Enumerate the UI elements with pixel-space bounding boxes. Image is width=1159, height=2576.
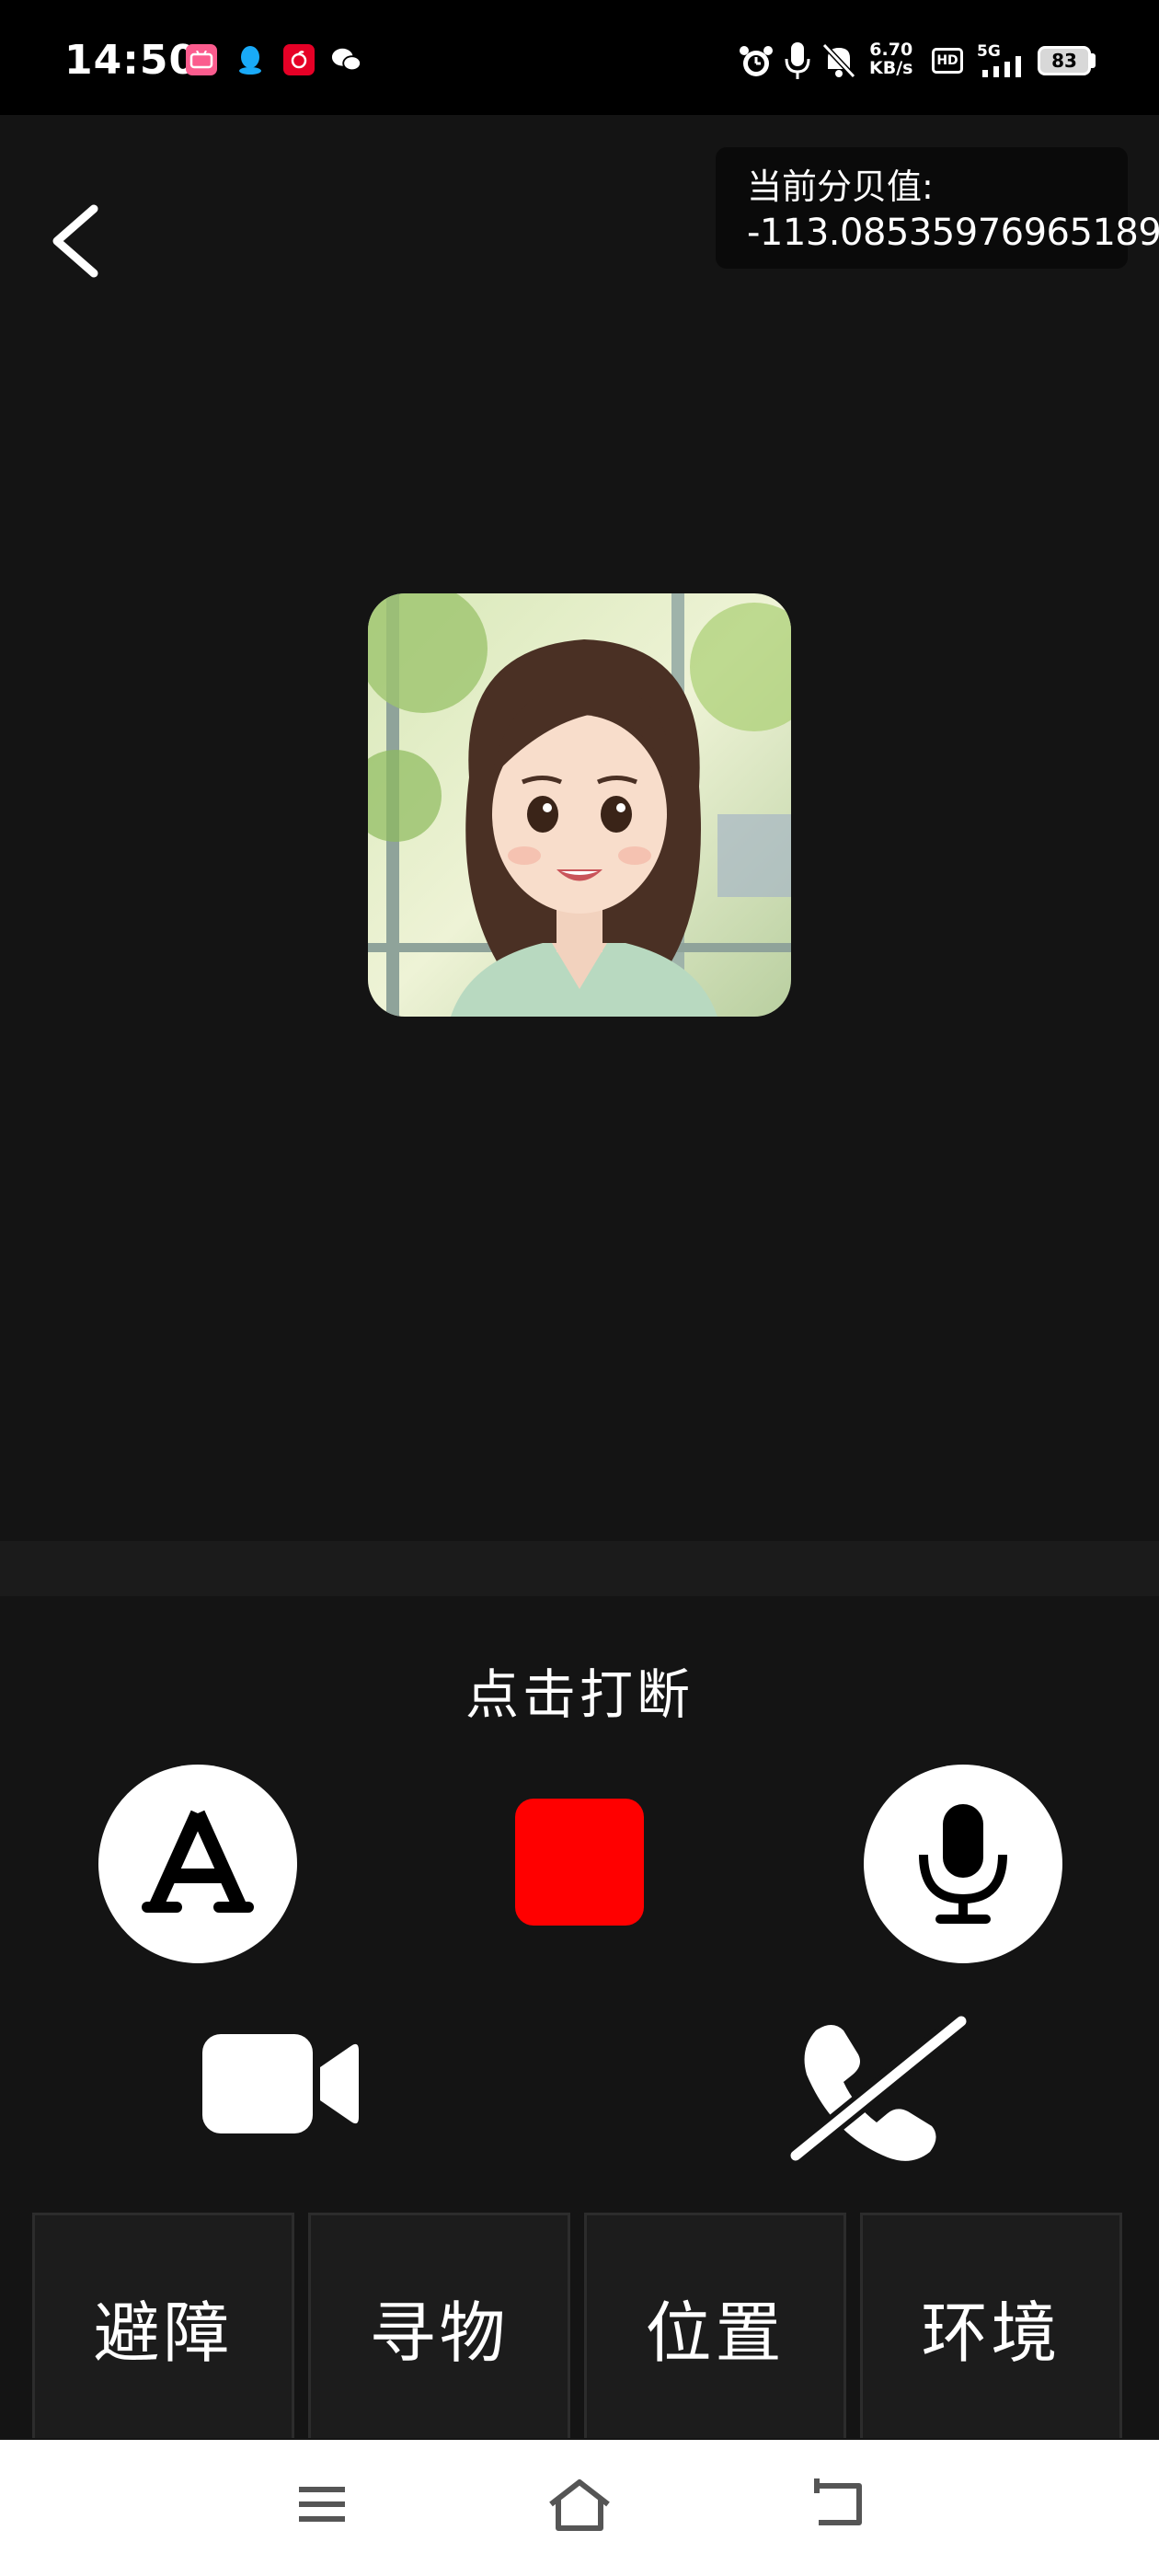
wechat-icon <box>331 44 362 75</box>
stop-button[interactable] <box>515 1799 644 1926</box>
video-camera-icon <box>202 2034 359 2133</box>
netease-music-icon <box>283 44 315 75</box>
decibel-value: -113.08535976965189 <box>747 212 1159 254</box>
hd-badge: HD <box>932 48 963 74</box>
status-bar: 14:50 6.70 KB/s HD 5G 83 <box>0 0 1159 115</box>
microphone-button[interactable] <box>864 1765 1062 1963</box>
bilibili-icon <box>186 44 217 75</box>
chevron-left-icon <box>52 204 98 278</box>
decibel-panel: 当前分贝值: -113.08535976965189 <box>716 147 1159 269</box>
status-time: 14:50 <box>64 37 199 84</box>
battery-tip <box>1091 53 1096 68</box>
net-speed: 6.70 KB/s <box>869 40 913 78</box>
navigation-bar <box>0 2440 1159 2576</box>
location-button[interactable]: 位置 <box>584 2213 846 2438</box>
menu-icon[interactable] <box>294 2477 350 2532</box>
microphone-status-icon <box>785 42 810 79</box>
letter-a-icon <box>142 1810 254 1913</box>
qq-icon <box>235 44 266 75</box>
video-button[interactable] <box>201 2029 361 2139</box>
phone-hangup-icon <box>789 2013 968 2164</box>
signal-icon <box>982 56 1021 77</box>
back-button[interactable] <box>46 198 110 285</box>
home-icon[interactable] <box>545 2477 614 2536</box>
avatar <box>368 593 791 1017</box>
alarm-icon <box>740 46 773 76</box>
decibel-label: 当前分贝值: <box>747 167 934 207</box>
battery-icon: 83 <box>1038 46 1091 75</box>
hangup-button[interactable] <box>786 2010 970 2167</box>
environment-button[interactable]: 环境 <box>860 2213 1122 2438</box>
find-object-button[interactable]: 寻物 <box>308 2213 570 2438</box>
back-icon[interactable] <box>809 2477 868 2532</box>
microphone-icon <box>919 1804 1007 1924</box>
text-mode-button[interactable] <box>98 1765 297 1963</box>
divider <box>0 1541 1159 1596</box>
function-row: 避障 寻物 位置 环境 <box>32 2213 1127 2438</box>
interrupt-label[interactable]: 点击打断 <box>0 1651 1159 1729</box>
mute-bell-icon <box>821 42 856 79</box>
obstacle-avoidance-button[interactable]: 避障 <box>32 2213 294 2438</box>
